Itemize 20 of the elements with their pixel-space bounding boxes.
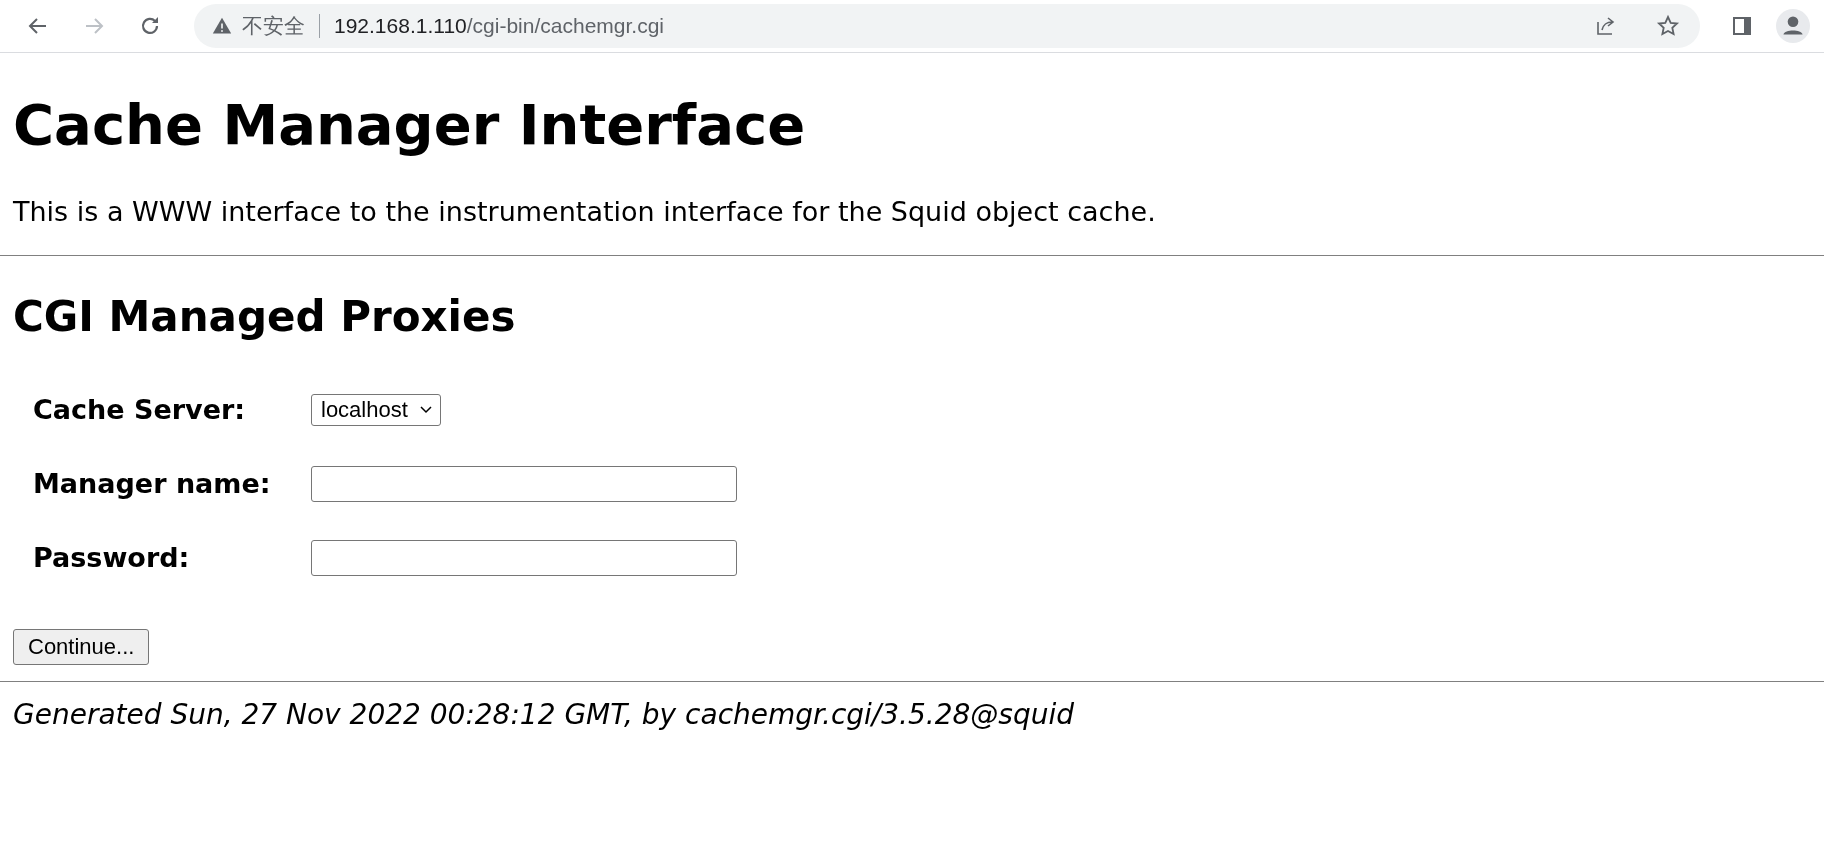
address-bar[interactable]: 不安全 192.168.1.110/cgi-bin/cachemgr.cgi — [194, 4, 1700, 48]
security-label: 不安全 — [242, 13, 305, 39]
side-panel-icon[interactable] — [1730, 14, 1754, 38]
field-label: Manager name: — [33, 468, 272, 500]
password-field[interactable] — [311, 539, 737, 576]
caret-icon — [419, 405, 432, 414]
url-host: 192.168.1.110 — [334, 14, 467, 37]
profile-avatar-icon[interactable] — [1776, 9, 1810, 43]
intro-text: This is a WWW interface to the instrumentation interface for the Squid object cache. — [13, 195, 1157, 230]
field-label: Password: — [33, 542, 191, 574]
url-path: /cgi-bin/cachemgr.cgi — [466, 14, 664, 37]
continue-button[interactable]: Continue... — [13, 628, 150, 665]
page-title: Cache Manager Interface — [13, 91, 807, 159]
field-label: Cache Server: — [33, 394, 247, 426]
footer-text: Generated Sun, 27 Nov 2022 00:28:12 GMT, by cachemgr.cgi/3.5.28@squid — [13, 697, 1075, 731]
input-field[interactable] — [311, 465, 737, 502]
warning-icon[interactable] — [212, 16, 232, 36]
star-icon[interactable] — [1656, 14, 1680, 38]
server-dropdown[interactable]: localhost — [311, 393, 441, 426]
section-title: CGI Managed Proxies — [13, 292, 517, 343]
